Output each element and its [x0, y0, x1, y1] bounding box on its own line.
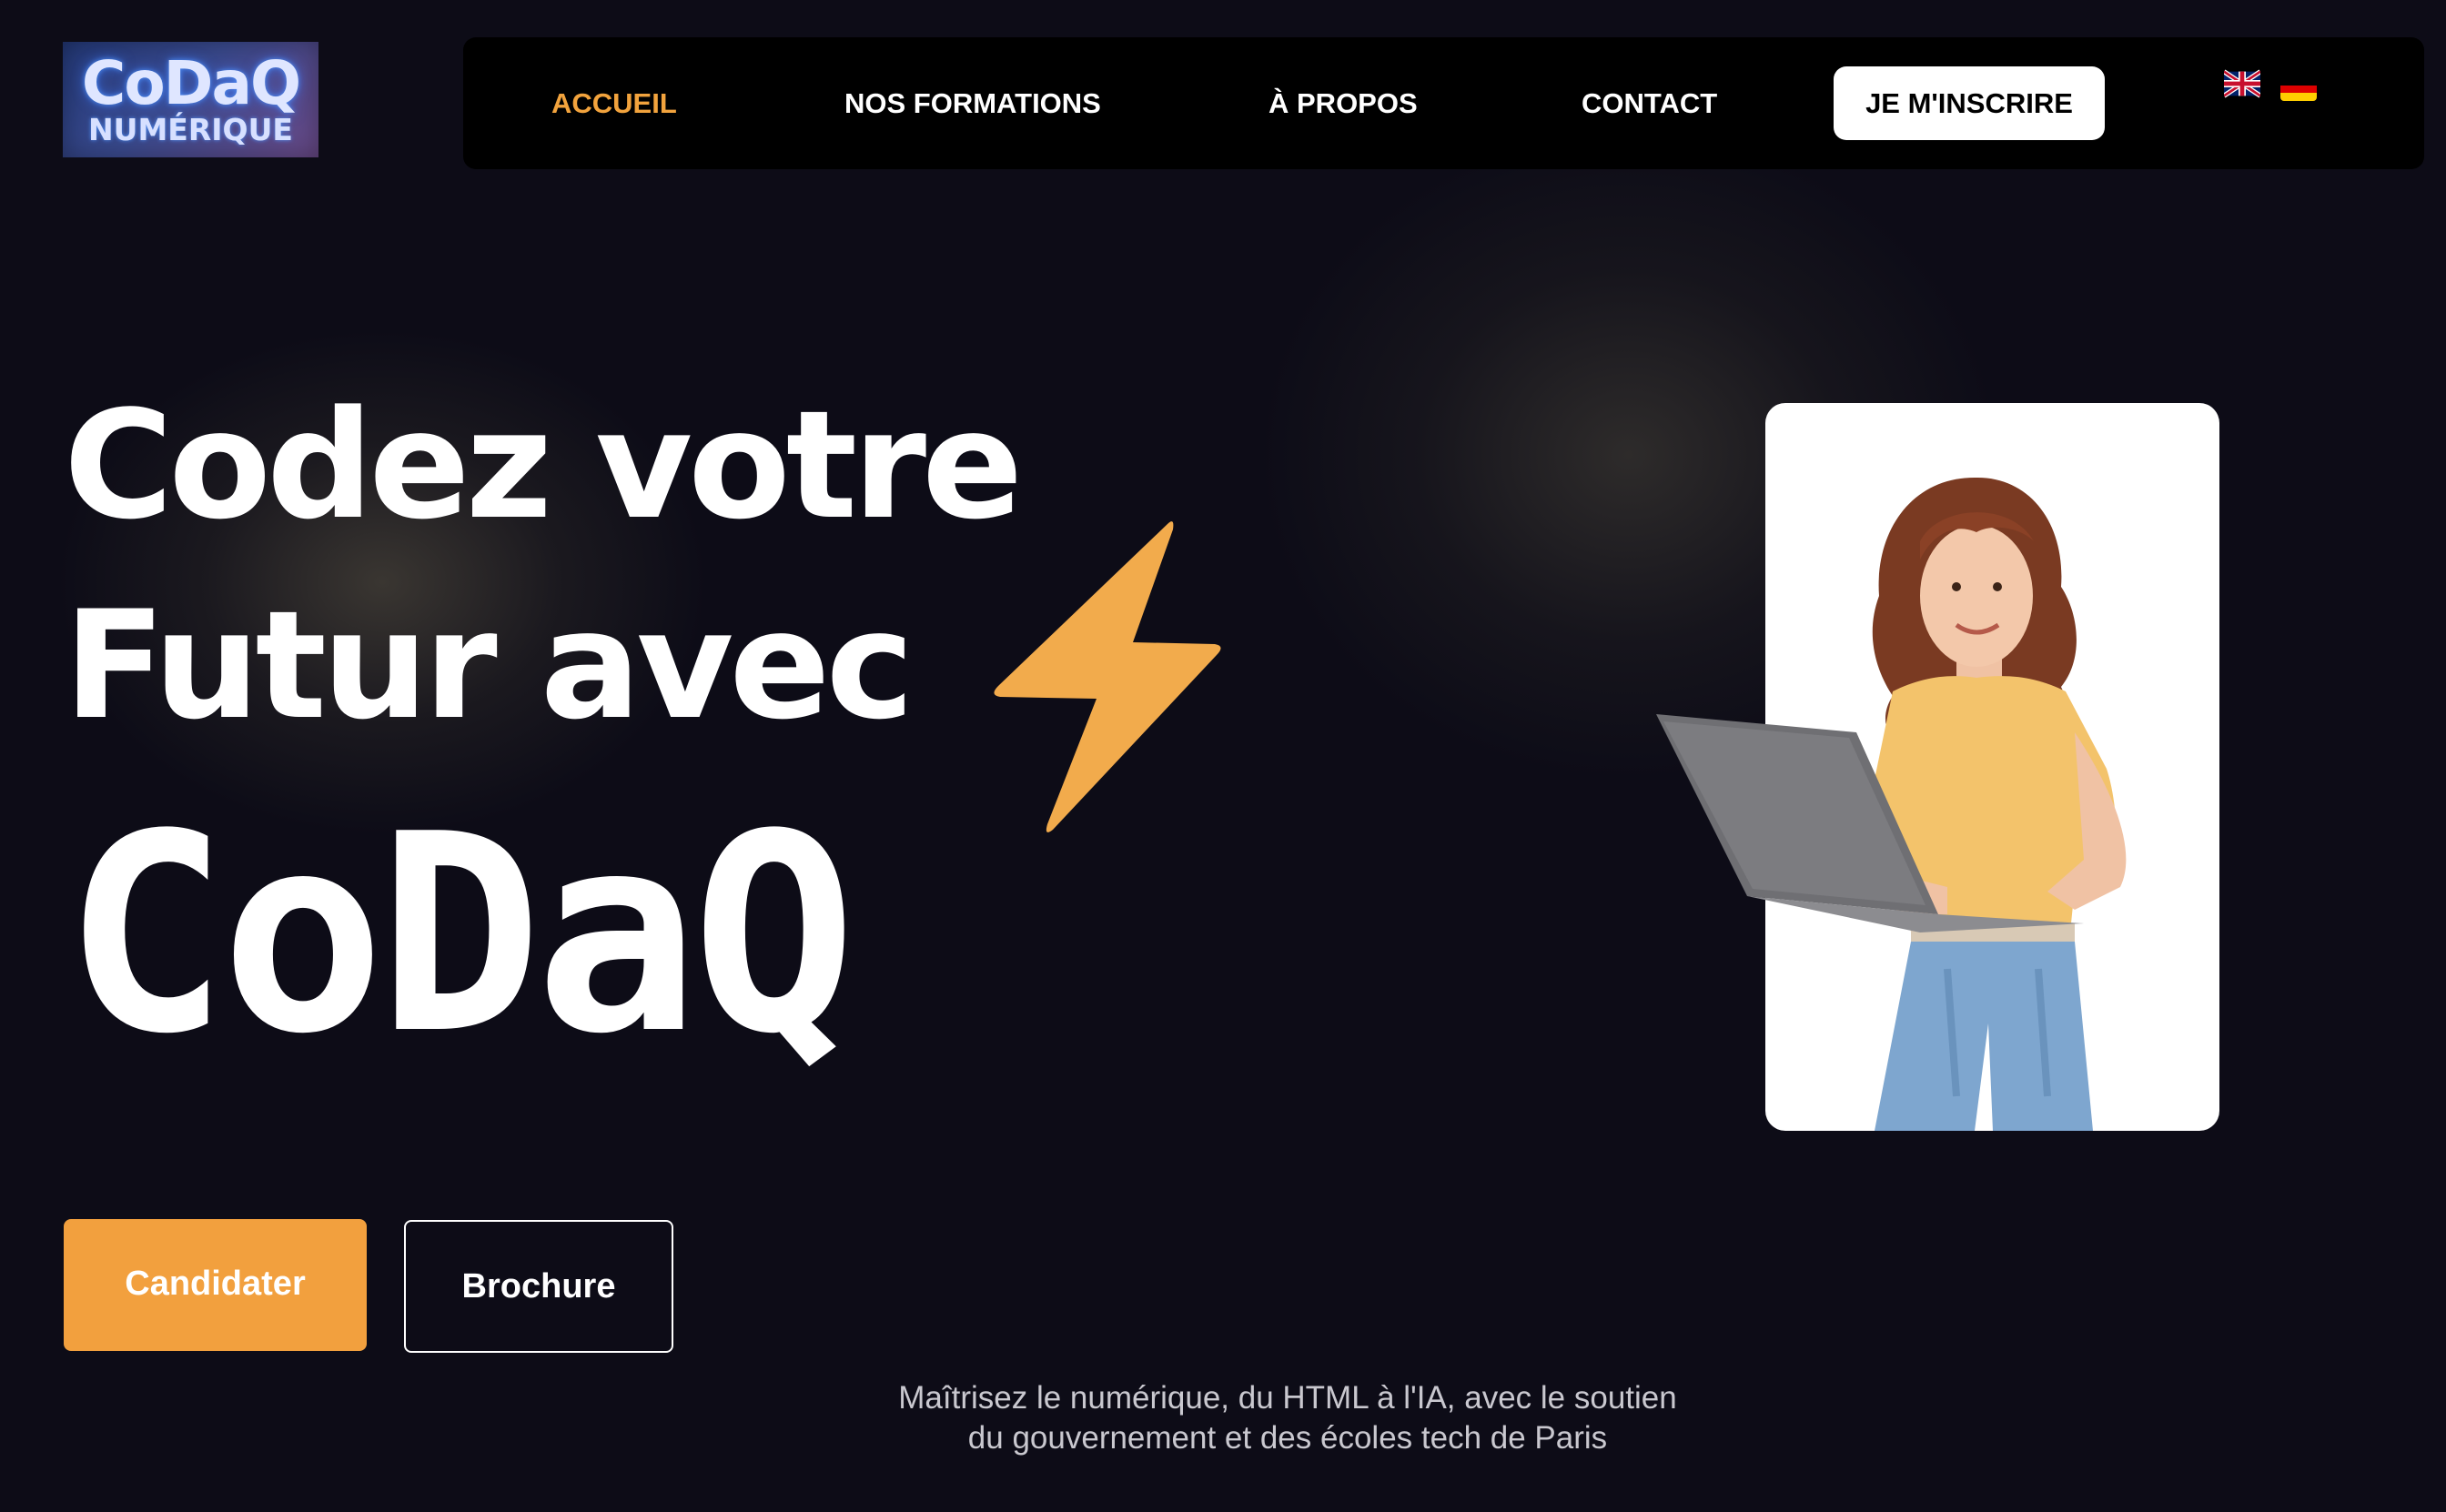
germany-flag-icon[interactable] — [2280, 77, 2317, 101]
brochure-button[interactable]: Brochure — [404, 1220, 673, 1353]
nav-link-nos-formations[interactable]: NOS FORMATIONS — [844, 37, 1101, 169]
nav-link-a-propos[interactable]: À PROPOS — [1268, 37, 1418, 169]
logo-subtitle: NUMÉRIQUE — [88, 111, 293, 147]
tagline-line-2: du gouvernement et des écoles tech de Pa… — [967, 1420, 1608, 1456]
hero-person-image — [1656, 477, 2127, 1131]
logo-wordmark: CoDaQ — [81, 47, 301, 118]
tagline-line-1: Maîtrisez le numérique, du HTML à l'IA, … — [898, 1380, 1677, 1416]
hero-title-line-2: Futur avec — [64, 579, 915, 752]
hero-title-line-1: Codez votre — [64, 378, 1023, 552]
logo[interactable]: CoDaQ NUMÉRIQUE — [63, 42, 318, 157]
lightning-bolt-icon — [994, 521, 1221, 832]
main-navigation: ACCUEIL NOS FORMATIONS À PROPOS CONTACT … — [463, 37, 2424, 169]
nav-link-contact[interactable]: CONTACT — [1582, 37, 1717, 169]
apply-button[interactable]: Candidater — [64, 1219, 367, 1351]
nav-link-accueil[interactable]: ACCUEIL — [551, 37, 677, 169]
register-button[interactable]: JE M'INSCRIRE — [1834, 66, 2105, 140]
hero-title-brand: CoDaQ — [64, 776, 856, 1094]
uk-flag-icon[interactable] — [2224, 68, 2260, 99]
hero-tagline: Maîtrisez le numérique, du HTML à l'IA, … — [0, 1378, 2446, 1458]
